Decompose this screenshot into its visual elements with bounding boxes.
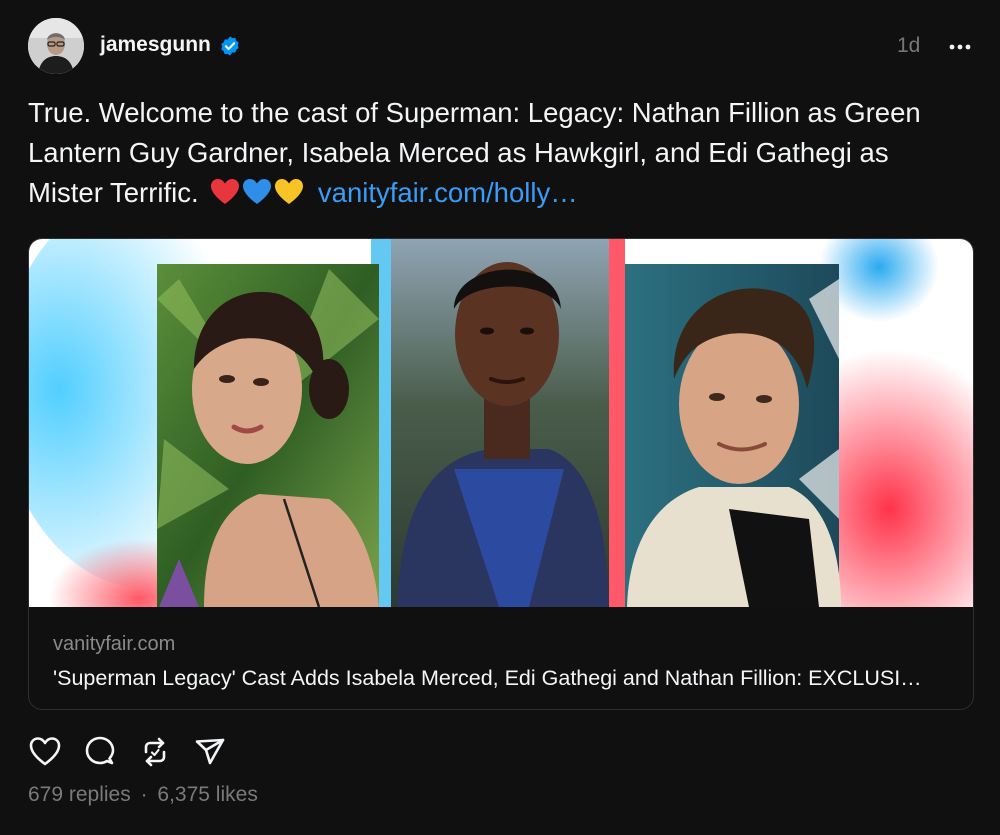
verified-badge-icon [221,36,239,56]
share-button[interactable] [193,735,227,769]
repost-button[interactable] [138,735,172,769]
post-link[interactable]: vanityfair.com/holly… [318,177,578,208]
replies-count[interactable]: 679 replies [28,783,131,806]
photo-isabela-merced [157,264,379,607]
blue-heart-icon [243,179,272,204]
card-domain: vanityfair.com [53,633,176,655]
avatar-photo [28,18,84,74]
heart-icon [29,737,61,766]
like-button[interactable] [28,735,62,769]
photo-edi-gathegi [391,239,609,607]
avatar[interactable] [28,18,84,74]
card-title: 'Superman Legacy' Cast Adds Isabela Merc… [53,666,922,690]
post-text: True. Welcome to the cast of Superman: L… [28,93,968,213]
reply-button[interactable] [83,735,117,769]
post-time: 1d [897,34,921,57]
red-heart-icon [211,179,240,204]
link-preview-card[interactable]: vanityfair.com 'Superman Legacy' Cast Ad… [28,238,974,710]
share-icon [195,738,225,765]
thread-post: jamesgunn 1d True. Welcome to the cast o… [0,0,1000,835]
photo-nathan-fillion [625,264,841,607]
post-stats: 679 replies · 6,375 likes [28,783,258,807]
username[interactable]: jamesgunn [100,33,211,57]
more-options-button[interactable] [946,33,974,61]
comment-icon [85,736,115,765]
stats-separator: · [140,783,148,806]
yellow-heart-icon [275,179,304,204]
likes-count[interactable]: 6,375 likes [157,783,257,806]
link-preview-image [29,239,973,607]
emoji-hearts [210,178,304,206]
more-icon [949,44,971,50]
repost-icon [144,737,166,767]
